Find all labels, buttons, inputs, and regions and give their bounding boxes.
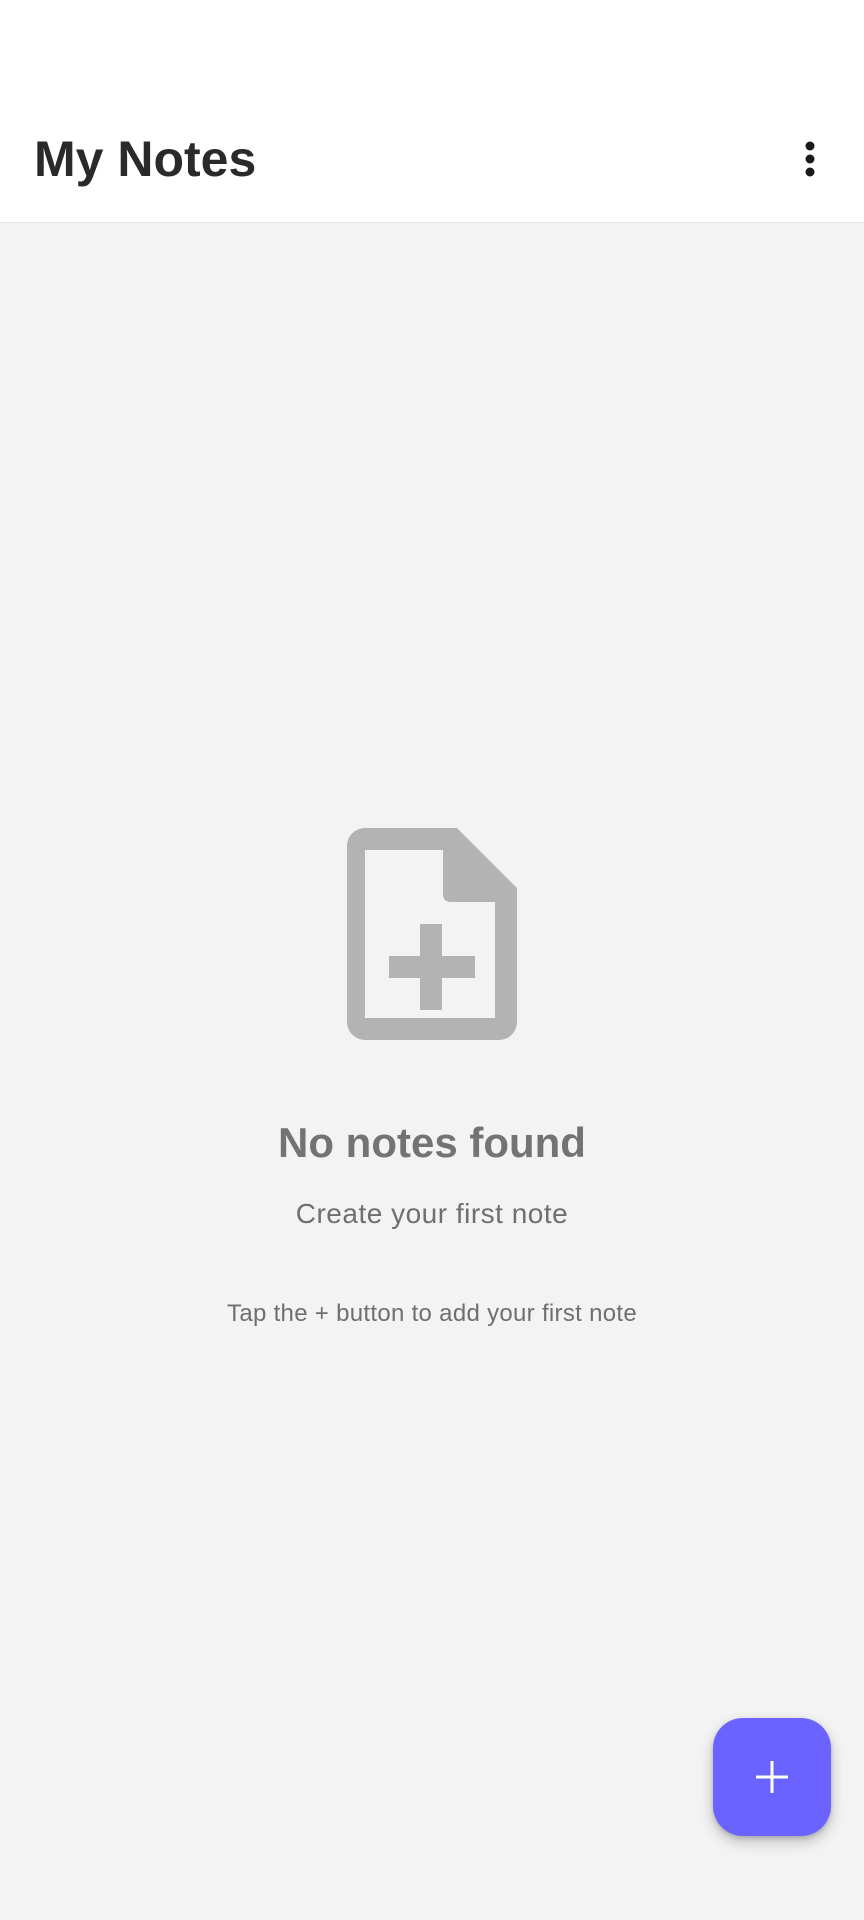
add-note-button[interactable]	[713, 1718, 831, 1836]
empty-state: No notes found Create your first note Ta…	[0, 828, 864, 1326]
status-bar	[0, 0, 864, 96]
add-icon	[756, 1761, 788, 1793]
page-title: My Notes	[34, 131, 257, 187]
app-bar: My Notes	[0, 96, 864, 222]
more-vert-icon	[805, 141, 815, 177]
notes-screen: My Notes No notes found Create your firs…	[0, 0, 864, 1920]
empty-state-hint: Tap the + button to add your first note	[227, 1300, 637, 1327]
empty-state-title: No notes found	[278, 1119, 586, 1166]
overflow-menu-button[interactable]	[778, 127, 842, 191]
note-add-icon	[347, 828, 517, 1040]
empty-state-subtitle: Create your first note	[295, 1198, 569, 1229]
